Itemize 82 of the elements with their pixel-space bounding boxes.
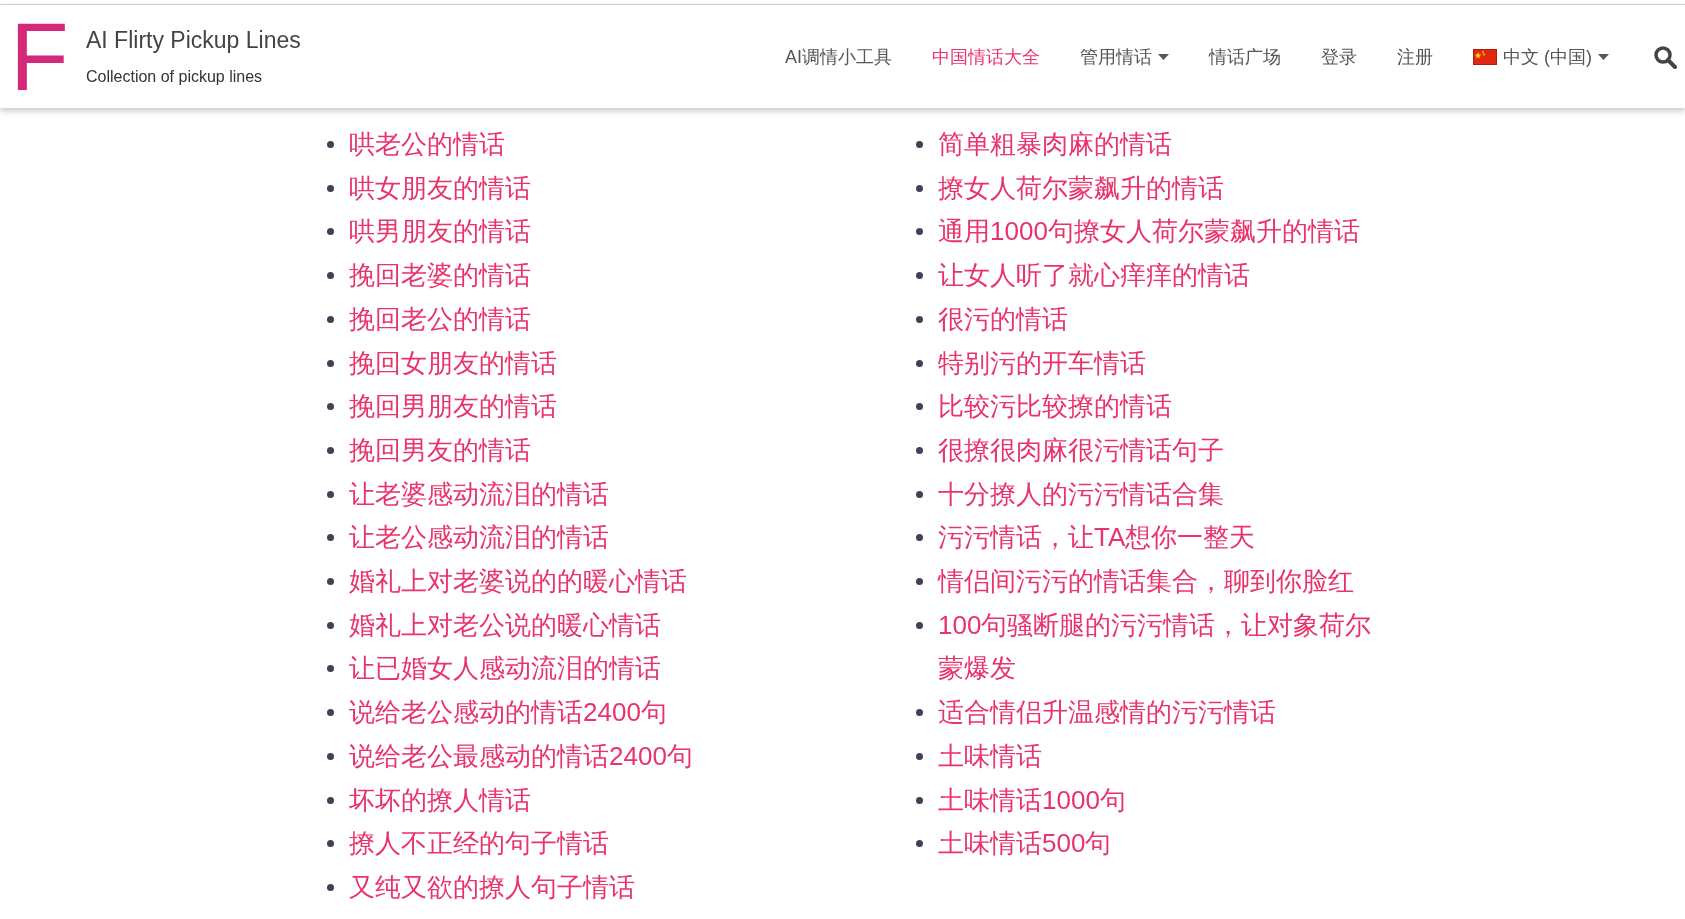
- article-link[interactable]: 100句骚断腿的污污情话，让对象荷尔蒙爆发: [938, 603, 1388, 692]
- article-link[interactable]: 十分撩人的污污情话合集: [938, 472, 1224, 517]
- bullet: [916, 446, 923, 454]
- bullet: [327, 665, 334, 673]
- bullet: [327, 272, 334, 280]
- language-dropdown[interactable]: 中文 (中国): [1453, 38, 1629, 75]
- bullet: [916, 272, 923, 280]
- article-link[interactable]: 挽回男朋友的情话: [349, 385, 557, 429]
- article-link[interactable]: 情侣间污污的情话集合，聊到你脸红: [938, 560, 1354, 604]
- bullet: [327, 315, 334, 323]
- flag-icon: [1473, 48, 1497, 65]
- bullet: [327, 578, 334, 586]
- bullet: [916, 228, 923, 236]
- article-link[interactable]: 挽回老公的情话: [349, 297, 531, 342]
- nav-link[interactable]: 中国情话大全: [912, 38, 1060, 75]
- article-link[interactable]: 让已婚女人感动流泪的情话: [349, 647, 661, 692]
- logo[interactable]: F: [10, 16, 72, 97]
- article-link[interactable]: 哄男朋友的情话: [349, 210, 531, 255]
- bullet: [327, 228, 334, 236]
- article-link[interactable]: 坏坏的撩人情话: [349, 778, 531, 823]
- article-link[interactable]: 撩人不正经的句子情话: [349, 822, 609, 866]
- article-link[interactable]: 挽回女朋友的情话: [349, 341, 557, 386]
- bullet: [327, 621, 334, 629]
- bullet: [916, 359, 923, 367]
- bullet: [327, 534, 334, 542]
- bullet: [327, 840, 334, 848]
- nav-link[interactable]: 注册: [1377, 38, 1453, 75]
- bullet: [327, 141, 334, 148]
- nav-link[interactable]: AI调情小工具: [765, 38, 912, 75]
- site-title: AI Flirty Pickup Lines: [86, 27, 301, 54]
- caret-icon: [1158, 53, 1169, 60]
- nav-link[interactable]: 情话广场: [1189, 38, 1301, 75]
- bullet: [916, 840, 923, 848]
- bullet: [916, 796, 923, 804]
- bullet: [916, 534, 923, 542]
- article-link[interactable]: 适合情侣升温感情的污污情话: [938, 691, 1276, 735]
- article-link[interactable]: 哄老公的情话: [349, 123, 505, 167]
- search-icon[interactable]: [1653, 44, 1677, 69]
- article-link[interactable]: 污污情话，让TA想你一整天: [938, 516, 1256, 561]
- article-link[interactable]: 哄女朋友的情话: [349, 166, 531, 211]
- article-link[interactable]: 说给老公最感动的情话2400句: [349, 734, 693, 779]
- article-link[interactable]: 特别污的开车情话: [938, 341, 1146, 386]
- article-link[interactable]: 通用1000句撩女人荷尔蒙飙升的情话: [938, 210, 1360, 255]
- article-link[interactable]: 土味情话500句: [938, 822, 1112, 866]
- article-link[interactable]: 说给老公感动的情话2400句: [349, 691, 667, 735]
- bullet: [327, 184, 334, 192]
- article-link[interactable]: 很污的情话: [938, 297, 1068, 342]
- article-link[interactable]: 很撩很肉麻很污情话句子: [938, 428, 1224, 473]
- article-link[interactable]: 土味情话: [938, 734, 1042, 779]
- article-link[interactable]: 挽回男友的情话: [349, 428, 531, 473]
- bullet: [916, 621, 923, 629]
- bullet: [916, 403, 923, 411]
- article-link[interactable]: 挽回老婆的情话: [349, 254, 531, 298]
- article-link[interactable]: 又纯又欲的撩人句子情话: [349, 865, 635, 910]
- article-link[interactable]: 让老公感动流泪的情话: [349, 516, 609, 561]
- nav-link[interactable]: 登录: [1301, 38, 1377, 75]
- bullet: [327, 403, 334, 411]
- article-link[interactable]: 土味情话1000句: [938, 778, 1126, 823]
- article-link[interactable]: 让女人听了就心痒痒的情话: [938, 254, 1250, 298]
- bullet: [327, 796, 334, 804]
- bullet: [327, 709, 334, 717]
- nav-dropdown[interactable]: 管用情话: [1060, 38, 1189, 75]
- bullet: [327, 446, 334, 454]
- bullet: [916, 578, 923, 586]
- article-link[interactable]: 让老婆感动流泪的情话: [349, 472, 609, 517]
- caret-icon: [1598, 53, 1609, 60]
- bullet: [916, 752, 923, 760]
- bullet: [327, 752, 334, 760]
- bullet: [916, 184, 923, 192]
- bullet: [916, 141, 923, 148]
- article-link[interactable]: 婚礼上对老婆说的的暖心情话: [349, 560, 687, 604]
- site-subtitle: Collection of pickup lines: [86, 68, 264, 86]
- bullet: [916, 709, 923, 717]
- bullet: [327, 359, 334, 367]
- bullet: [327, 490, 334, 498]
- article-link[interactable]: 撩女人荷尔蒙飙升的情话: [938, 166, 1224, 211]
- article-link[interactable]: 简单粗暴肉麻的情话: [938, 123, 1172, 167]
- bullet: [916, 490, 923, 498]
- bullet: [327, 883, 334, 891]
- article-link[interactable]: 婚礼上对老公说的暖心情话: [349, 603, 661, 648]
- article-link[interactable]: 比较污比较撩的情话: [938, 385, 1172, 429]
- bullet: [916, 315, 923, 323]
